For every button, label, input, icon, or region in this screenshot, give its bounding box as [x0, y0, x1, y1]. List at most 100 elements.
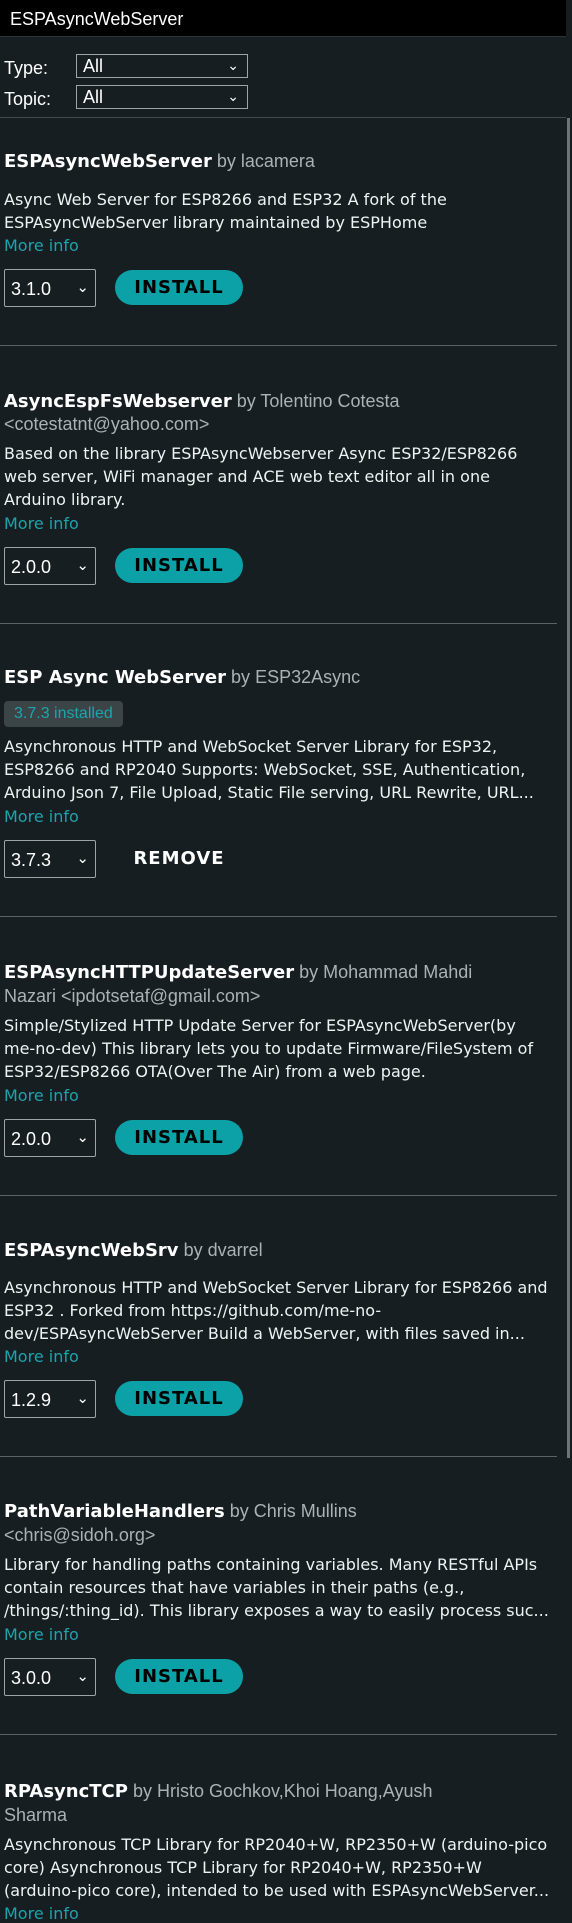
more-info-link[interactable]: More info	[4, 1347, 79, 1366]
description-line: /things/:thing_id). This library exposes…	[4, 1601, 549, 1620]
version-value: 2.0.0	[11, 557, 52, 577]
library-title: ESPAsyncWebSrv by dvarrel	[4, 1239, 263, 1262]
library-by: by	[299, 962, 319, 982]
more-info-link[interactable]: More info	[4, 1904, 79, 1923]
library-title: ESP Async WebServer by ESP32Async	[4, 666, 360, 689]
more-info-link[interactable]: More info	[4, 236, 79, 255]
version-select[interactable]: 2.0.0 ⌄	[4, 547, 96, 585]
library-by: by	[183, 1240, 203, 1260]
library-title: PathVariableHandlers by Chris Mullins	[4, 1500, 357, 1523]
library-card: ESPAsyncHTTPUpdateServer by Mohammad Mah…	[0, 917, 557, 1196]
version-value: 3.7.3	[11, 850, 52, 870]
description-line: Asynchronous HTTP and WebSocket Server L…	[4, 1278, 548, 1297]
library-description: Asynchronous HTTP and WebSocket Server L…	[4, 1276, 554, 1345]
library-description: Async Web Server for ESP8266 and ESP32 A…	[4, 188, 554, 234]
library-name: PathVariableHandlers	[4, 1501, 225, 1522]
description-line: ESPAsyncWebServer library maintained by …	[4, 213, 428, 232]
search-input-value: ESPAsyncWebServer	[10, 9, 184, 29]
topic-filter-select[interactable]: All ⌄	[76, 85, 248, 109]
description-line: ESP32 . Forked from https://github.com/m…	[4, 1301, 382, 1320]
type-filter-label: Type:	[4, 58, 49, 78]
chevron-down-icon: ⌄	[76, 850, 89, 867]
description-line: Asynchronous HTTP and WebSocket Server L…	[4, 737, 498, 756]
description-line: Arduino library.	[4, 490, 126, 509]
library-card: RPAsyncTCP by Hristo Gochkov,Khoi Hoang,…	[0, 1735, 557, 1923]
library-by: by	[132, 1781, 152, 1801]
chevron-down-icon: ⌄	[76, 557, 89, 574]
install-button[interactable]: INSTALL	[115, 1120, 243, 1155]
library-author: ESP32Async	[255, 667, 361, 687]
description-line: Based on the library ESPAsyncWebserver A…	[4, 444, 518, 463]
library-name: RPAsyncTCP	[4, 1781, 128, 1802]
description-line: Asynchronous TCP Library for RP2040+W, R…	[4, 1835, 548, 1854]
version-select[interactable]: 1.2.9 ⌄	[4, 1380, 96, 1418]
chevron-down-icon: ⌄	[76, 279, 89, 296]
chevron-down-icon: ⌄	[76, 1390, 89, 1407]
library-author: lacamera	[240, 151, 315, 171]
version-value: 1.2.9	[11, 1390, 52, 1410]
library-description: Asynchronous TCP Library for RP2040+W, R…	[4, 1833, 554, 1902]
library-author: Tolentino Cotesta	[260, 391, 400, 411]
library-title: RPAsyncTCP by Hristo Gochkov,Khoi Hoang,…	[4, 1780, 432, 1803]
scrollbar[interactable]	[567, 118, 570, 1458]
description-line: ESP8266 and RP2040 Supports: WebSocket, …	[4, 760, 526, 779]
description-line: ESP32/ESP8266 OTA(Over The Air) from a w…	[4, 1062, 426, 1081]
version-select[interactable]: 3.7.3 ⌄	[4, 840, 96, 878]
library-author-line2: Sharma	[4, 1805, 68, 1825]
library-name: ESPAsyncHTTPUpdateServer	[4, 962, 295, 983]
version-value: 3.1.0	[11, 279, 52, 299]
library-author: Chris Mullins	[253, 1501, 357, 1521]
library-title: ESPAsyncWebServer by lacamera	[4, 150, 315, 173]
description-line: (arduino-pico core), intended to be used…	[4, 1881, 550, 1900]
version-select[interactable]: 3.1.0 ⌄	[4, 269, 96, 307]
version-value: 2.0.0	[11, 1129, 52, 1149]
library-by: by	[229, 1501, 249, 1521]
library-description: Library for handling paths containing va…	[4, 1553, 554, 1622]
library-author-email: <cotestatnt@yahoo.com>	[4, 414, 210, 434]
remove-button[interactable]: REMOVE	[115, 841, 243, 876]
type-filter-select[interactable]: All ⌄	[76, 54, 248, 78]
chevron-down-icon: ⌄	[227, 88, 239, 104]
library-card: AsyncEspFsWebserver by Tolentino Cotesta…	[0, 346, 557, 624]
install-button[interactable]: INSTALL	[115, 1381, 243, 1416]
library-author: dvarrel	[207, 1240, 263, 1260]
chevron-down-icon: ⌄	[76, 1668, 89, 1685]
description-line: Simple/Stylized HTTP Update Server for E…	[4, 1016, 516, 1035]
library-author-email: <chris@sidoh.org>	[4, 1525, 156, 1545]
install-button[interactable]: INSTALL	[115, 270, 243, 305]
library-name: ESP Async WebServer	[4, 667, 227, 688]
description-line: contain resources that have variables in…	[4, 1578, 465, 1597]
description-line: Library for handling paths containing va…	[4, 1555, 538, 1574]
library-card: ESPAsyncWebServer by lacamera Async Web …	[0, 118, 557, 346]
topic-filter-label: Topic:	[4, 89, 52, 109]
description-line: dev/ESPAsyncWebServer Build a WebServer,…	[4, 1324, 525, 1343]
version-select[interactable]: 2.0.0 ⌄	[4, 1119, 96, 1157]
more-info-link[interactable]: More info	[4, 514, 79, 533]
library-card: ESPAsyncWebSrv by dvarrel Asynchronous H…	[0, 1196, 557, 1457]
library-name: AsyncEspFsWebserver	[4, 391, 232, 412]
version-select[interactable]: 3.0.0 ⌄	[4, 1658, 96, 1696]
library-card: ESP Async WebServer by ESP32Async 3.7.3 …	[0, 624, 557, 917]
library-by: by	[236, 391, 256, 411]
topic-filter-value: All	[83, 87, 104, 107]
more-info-link[interactable]: More info	[4, 1625, 79, 1644]
type-filter-value: All	[83, 56, 104, 76]
description-line: Async Web Server for ESP8266 and ESP32 A…	[4, 190, 447, 209]
library-name: ESPAsyncWebSrv	[4, 1240, 179, 1261]
library-by: by	[216, 151, 236, 171]
library-title: AsyncEspFsWebserver by Tolentino Cotesta	[4, 390, 400, 413]
more-info-link[interactable]: More info	[4, 807, 79, 826]
more-info-link[interactable]: More info	[4, 1086, 79, 1105]
version-value: 3.0.0	[11, 1668, 52, 1688]
library-description: Asynchronous HTTP and WebSocket Server L…	[4, 735, 554, 804]
library-card: PathVariableHandlers by Chris Mullins <c…	[0, 1457, 557, 1735]
install-button[interactable]: INSTALL	[115, 1659, 243, 1694]
library-author: Mohammad Mahdi	[323, 962, 473, 982]
install-button[interactable]: INSTALL	[115, 548, 243, 583]
description-line: web server, WiFi manager and ACE web tex…	[4, 467, 490, 486]
library-name: ESPAsyncWebServer	[4, 151, 212, 172]
description-line: Arduino Json 7, File Upload, Static File…	[4, 783, 534, 802]
chevron-down-icon: ⌄	[227, 57, 239, 73]
library-author-email: Nazari <ipdotsetaf@gmail.com>	[4, 986, 261, 1006]
search-input[interactable]: ESPAsyncWebServer	[0, 0, 566, 37]
